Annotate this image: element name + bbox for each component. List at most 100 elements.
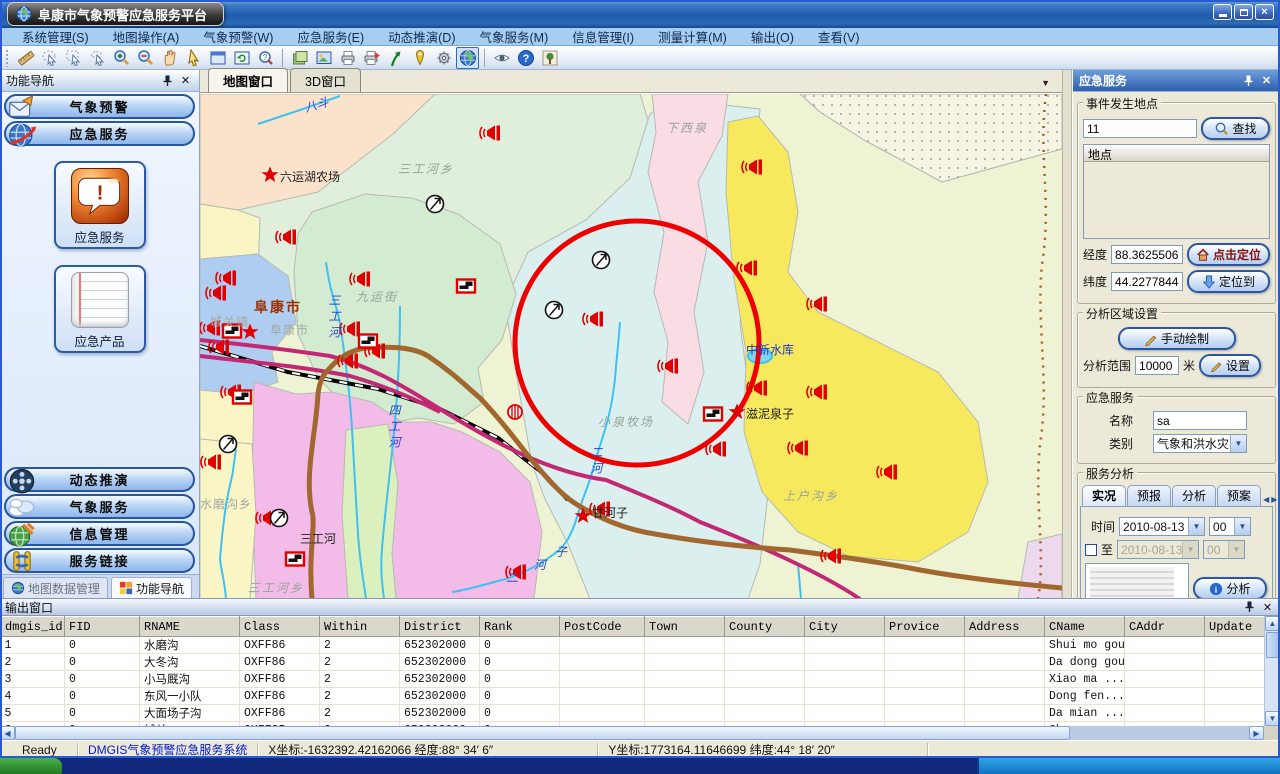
longitude-input[interactable]: [1111, 245, 1183, 264]
date-select[interactable]: 2010-08-13 ▼: [1119, 517, 1205, 536]
pin-icon[interactable]: [1241, 74, 1256, 88]
tab-3D窗口[interactable]: 3D窗口: [290, 68, 361, 92]
menu-item[interactable]: 动态推演(D): [376, 27, 467, 46]
service-name-input[interactable]: [1153, 411, 1247, 430]
analysis-range-input[interactable]: [1135, 356, 1179, 375]
minimize-button[interactable]: [1213, 4, 1232, 20]
sidebar-item-气象预警[interactable]: 气象预警: [4, 94, 195, 119]
manual-draw-button[interactable]: 手动绘制: [1118, 327, 1236, 350]
menu-item[interactable]: 信息管理(I): [560, 27, 646, 46]
print-icon[interactable]: [336, 47, 359, 69]
output-vertical-scrollbar[interactable]: ▲ ▼: [1264, 616, 1280, 726]
panel-splitter[interactable]: [1062, 70, 1072, 598]
应急产品-button[interactable]: 应急产品: [54, 265, 146, 353]
column-header-Class[interactable]: Class: [240, 617, 320, 637]
windmill-marker[interactable]: [593, 252, 610, 269]
menu-item[interactable]: 气象预警(W): [191, 27, 285, 46]
menu-item[interactable]: 地图操作(A): [101, 27, 192, 46]
tab-scroll-left-icon[interactable]: ◀ ▶: [1263, 495, 1277, 506]
tab-分析[interactable]: 分析: [1172, 485, 1216, 506]
tab-地图窗口[interactable]: 地图窗口: [208, 68, 288, 92]
close-icon[interactable]: ✕: [178, 74, 193, 88]
column-header-County[interactable]: County: [725, 617, 805, 637]
table-row[interactable]: 10水磨沟OXFF8626523020000Shui mo gou: [1, 637, 1265, 654]
gear-icon[interactable]: [432, 47, 455, 69]
table-row[interactable]: 20大冬沟OXFF8626523020000Da dong gou: [1, 654, 1265, 671]
tab-功能导航[interactable]: 功能导航: [111, 577, 192, 598]
placemark-pin-icon[interactable]: [408, 47, 431, 69]
location-search-input[interactable]: [1083, 119, 1197, 138]
column-header-RNAME[interactable]: RNAME: [140, 617, 240, 637]
set-range-button[interactable]: 设置: [1199, 354, 1261, 377]
pointer-icon[interactable]: [182, 47, 205, 69]
analyze-button[interactable]: i 分析: [1193, 577, 1267, 598]
flag-marker[interactable]: [359, 335, 377, 348]
table-row[interactable]: 30小马厩沟OXFF8626523020000Xiao ma ...: [1, 671, 1265, 688]
hour-select-disabled[interactable]: 00 ▼: [1203, 540, 1245, 559]
layers-icon[interactable]: [288, 47, 311, 69]
toolbar-drag-handle[interactable]: [5, 49, 10, 67]
sidebar-item-信息管理[interactable]: 信息管理: [4, 521, 195, 546]
restore-button[interactable]: [1234, 4, 1253, 20]
find-button[interactable]: 查找: [1201, 117, 1270, 140]
pan-hand-icon[interactable]: [158, 47, 181, 69]
column-header-PostCode[interactable]: PostCode: [560, 617, 645, 637]
output-horizontal-scrollbar[interactable]: ◀ ▶: [0, 726, 1264, 740]
sidebar-item-应急服务[interactable]: 应急服务: [4, 121, 195, 146]
zoom-out-icon[interactable]: [134, 47, 157, 69]
latitude-input[interactable]: [1111, 272, 1183, 291]
element-list[interactable]: 降水空气温度 ▲: [1085, 563, 1189, 598]
windmill-marker[interactable]: [546, 302, 563, 319]
column-header-Update[interactable]: Update: [1205, 617, 1265, 637]
pin-icon[interactable]: [160, 74, 175, 88]
windmill-marker[interactable]: [271, 510, 288, 527]
column-header-Provice[interactable]: Provice: [885, 617, 965, 637]
scrollbar-thumb[interactable]: [15, 726, 1070, 740]
windmill-marker[interactable]: [427, 196, 444, 213]
应急服务-button[interactable]: !应急服务: [54, 161, 146, 249]
menu-item[interactable]: 输出(O): [739, 27, 806, 46]
tree-view-icon[interactable]: [538, 47, 561, 69]
hour-select[interactable]: 00 ▼: [1209, 517, 1251, 536]
eye-icon[interactable]: [490, 47, 513, 69]
column-header-Town[interactable]: Town: [645, 617, 725, 637]
zoom-in-icon[interactable]: [110, 47, 133, 69]
pin-icon[interactable]: [1242, 600, 1257, 614]
globe-icon[interactable]: [456, 47, 479, 69]
identify-icon[interactable]: ?: [254, 47, 277, 69]
click-locate-button[interactable]: 点击定位: [1187, 243, 1270, 266]
locate-to-button[interactable]: 定位到: [1187, 270, 1270, 293]
column-header-dmgis_id[interactable]: dmgis_id: [1, 617, 65, 637]
menu-item[interactable]: 应急服务(E): [285, 27, 376, 46]
green-arrow-icon[interactable]: [384, 47, 407, 69]
table-row[interactable]: 40东风一小队OXFF8626523020000Dong fen...: [1, 688, 1265, 705]
sidebar-item-动态推演[interactable]: 动态推演: [4, 467, 195, 492]
export-image-icon[interactable]: [312, 47, 335, 69]
column-header-Rank[interactable]: Rank: [480, 617, 560, 637]
scroll-left-icon[interactable]: ◀: [0, 726, 15, 740]
scroll-down-icon[interactable]: ▼: [1265, 711, 1280, 726]
tab-实况[interactable]: 实况: [1082, 485, 1126, 506]
flag-marker[interactable]: [233, 391, 251, 404]
column-header-City[interactable]: City: [805, 617, 885, 637]
scroll-right-icon[interactable]: ▶: [1249, 726, 1264, 740]
output-table[interactable]: dmgis_idFIDRNAMEClassWithinDistrictRankP…: [0, 616, 1264, 726]
menu-item[interactable]: 系统管理(S): [10, 27, 101, 46]
column-header-CName[interactable]: CName: [1045, 617, 1125, 637]
close-icon[interactable]: ✕: [1259, 74, 1274, 88]
flag-marker[interactable]: [457, 280, 475, 293]
sidebar-item-气象服务[interactable]: 气象服务: [4, 494, 195, 519]
tab-预报[interactable]: 预报: [1127, 485, 1171, 506]
tab-预案[interactable]: 预案: [1217, 485, 1261, 506]
station-marker[interactable]: [508, 405, 522, 419]
column-header-CAddr[interactable]: CAddr: [1125, 617, 1205, 637]
flag-marker[interactable]: [286, 553, 304, 566]
scroll-up-icon[interactable]: ▲: [1265, 616, 1280, 631]
help-icon[interactable]: ?: [514, 47, 537, 69]
table-row[interactable]: 50大面场子沟OXFF8626523020000Da mian ...: [1, 705, 1265, 722]
ruler-icon[interactable]: [14, 47, 37, 69]
column-header-Within[interactable]: Within: [320, 617, 400, 637]
tab-scroll-right-icon[interactable]: ▶: [1271, 495, 1277, 504]
service-type-select[interactable]: 气象和洪水灾害 ▼: [1153, 434, 1247, 453]
menu-item[interactable]: 气象服务(M): [468, 27, 561, 46]
